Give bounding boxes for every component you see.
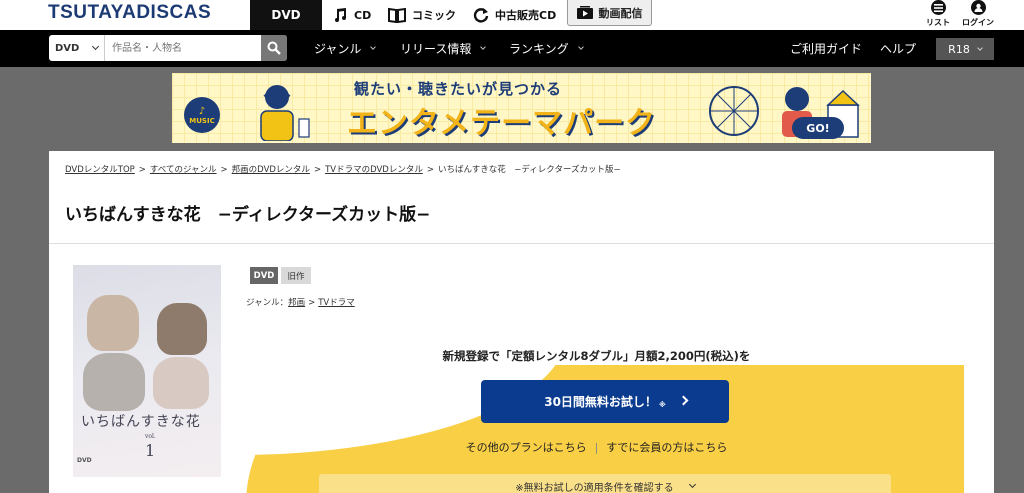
- chevron-down-icon: [480, 44, 487, 50]
- format-badge: DVD: [250, 267, 278, 284]
- nav-ranking-label: ランキング: [509, 42, 569, 56]
- tab-video-label: 動画配信: [598, 6, 643, 20]
- free-trial-note: ※: [658, 400, 666, 409]
- search-category-value: DVD: [55, 42, 80, 54]
- nav-guide[interactable]: ご利用ガイド: [790, 30, 862, 67]
- list-button[interactable]: リスト: [918, 0, 958, 28]
- tab-comic-label: コミック: [412, 9, 456, 22]
- free-trial-label: 30日間無料お試し！: [544, 395, 657, 409]
- breadcrumb-link[interactable]: TVドラマのDVDレンタル: [325, 165, 423, 175]
- genre-label: ジャンル：: [246, 298, 289, 308]
- music-badge-label: MUSIC: [189, 116, 215, 125]
- r18-label: R18: [948, 42, 970, 56]
- genre-link[interactable]: TVドラマ: [318, 298, 355, 308]
- banner-tagline: 観たい・聴きたいが見つかる: [354, 80, 563, 98]
- search-category-select[interactable]: DVD: [49, 35, 105, 61]
- music-note-icon: [335, 8, 346, 22]
- breadcrumb-link[interactable]: すべてのジャンル: [150, 165, 217, 175]
- cover-dvd-mark: DVD: [77, 457, 92, 464]
- promo-headline: 新規登録で「定額レンタル8ダブル」月額2,200円(税込)を: [442, 349, 751, 363]
- tab-cd[interactable]: CD: [332, 0, 371, 30]
- chevron-down-icon: [91, 42, 100, 51]
- tab-used-cd-label: 中古販売CD: [495, 9, 557, 22]
- free-trial-button[interactable]: 30日間無料お試し！ ※: [481, 380, 729, 423]
- list-label: リスト: [926, 18, 950, 27]
- nav-genre-label: ジャンル: [314, 42, 362, 56]
- user-icon: [970, 0, 986, 15]
- product-content: DVDレンタルTOP > すべてのジャンル > 邦画のDVDレンタル > TVドラマのDVD…: [49, 151, 994, 493]
- login-button[interactable]: ログイン: [958, 0, 998, 28]
- tab-comic[interactable]: コミック: [388, 0, 456, 30]
- chevron-down-icon: [577, 44, 584, 50]
- tab-used-cd[interactable]: 中古販売CD: [473, 0, 556, 30]
- play-icon: [576, 5, 593, 19]
- plan-links: その他のプランはこちら | すでに会員の方はこちら: [465, 441, 728, 454]
- page-title: いちばんすきな花 −ディレクターズカット版−: [65, 205, 431, 225]
- search-input[interactable]: [106, 35, 260, 61]
- top-header: TSUTAYADISCAS DVD CD コミック 中古販売CD 動画配信 リス…: [0, 0, 1024, 30]
- banner-title: エンタメテーマパーク: [347, 106, 657, 141]
- cover-title: いちばんすきな花: [81, 414, 201, 430]
- breadcrumb-link[interactable]: DVDレンタルTOP: [65, 165, 135, 175]
- refresh-icon: [473, 8, 489, 23]
- tab-dvd[interactable]: DVD: [250, 0, 322, 30]
- nav-release[interactable]: リリース情報: [400, 30, 487, 67]
- other-plans-link[interactable]: その他のプランはこちら: [466, 441, 587, 454]
- trial-conditions-toggle[interactable]: ※無料お試しの適用条件を確認する: [319, 474, 891, 493]
- genre-link[interactable]: 邦画: [288, 298, 305, 308]
- nav-genre[interactable]: ジャンル: [314, 30, 377, 67]
- release-type-badge: 旧作: [281, 267, 311, 284]
- chevron-down-icon: [976, 44, 983, 51]
- site-logo[interactable]: TSUTAYADISCAS: [48, 2, 211, 24]
- promo-banner[interactable]: ♪ MUSIC 観たい・聴きたいが見つかる エンタメテーマパーク GO!: [172, 73, 871, 143]
- r18-dropdown[interactable]: R18: [936, 38, 994, 60]
- chevron-right-icon: [678, 395, 689, 406]
- search-icon: [267, 41, 281, 55]
- tab-video[interactable]: 動画配信: [567, 0, 652, 26]
- main-nav: DVD ジャンル リリース情報 ランキング ご利用ガイド ヘルプ R18: [0, 30, 1024, 67]
- search-box: DVD: [49, 35, 287, 61]
- nav-release-label: リリース情報: [400, 42, 472, 56]
- music-icon: ♪ MUSIC: [184, 97, 220, 133]
- nav-ranking[interactable]: ランキング: [509, 30, 584, 67]
- nav-help[interactable]: ヘルプ: [880, 30, 916, 67]
- divider: [49, 243, 994, 244]
- breadcrumb-link[interactable]: 邦画のDVDレンタル: [232, 165, 310, 175]
- tab-cd-label: CD: [354, 8, 372, 22]
- book-icon: [388, 7, 406, 23]
- login-label: ログイン: [962, 18, 994, 27]
- breadcrumb-current: いちばんすきな花 −ディレクターズカット版−: [437, 165, 621, 175]
- banner-illustration-left: [260, 85, 310, 141]
- search-button[interactable]: [261, 35, 287, 61]
- breadcrumb: DVDレンタルTOP > すべてのジャンル > 邦画のDVDレンタル > TVドラマのDVD…: [65, 165, 621, 175]
- banner-go-button[interactable]: GO!: [792, 117, 844, 139]
- list-icon: [930, 0, 946, 15]
- genre-path: ジャンル：邦画 > TVドラマ: [246, 298, 355, 308]
- trial-conditions-label: ※無料お試しの適用条件を確認する: [515, 482, 674, 493]
- member-login-link[interactable]: すでに会員の方はこちら: [606, 441, 727, 454]
- chevron-down-icon: [688, 480, 696, 488]
- chevron-down-icon: [370, 44, 377, 50]
